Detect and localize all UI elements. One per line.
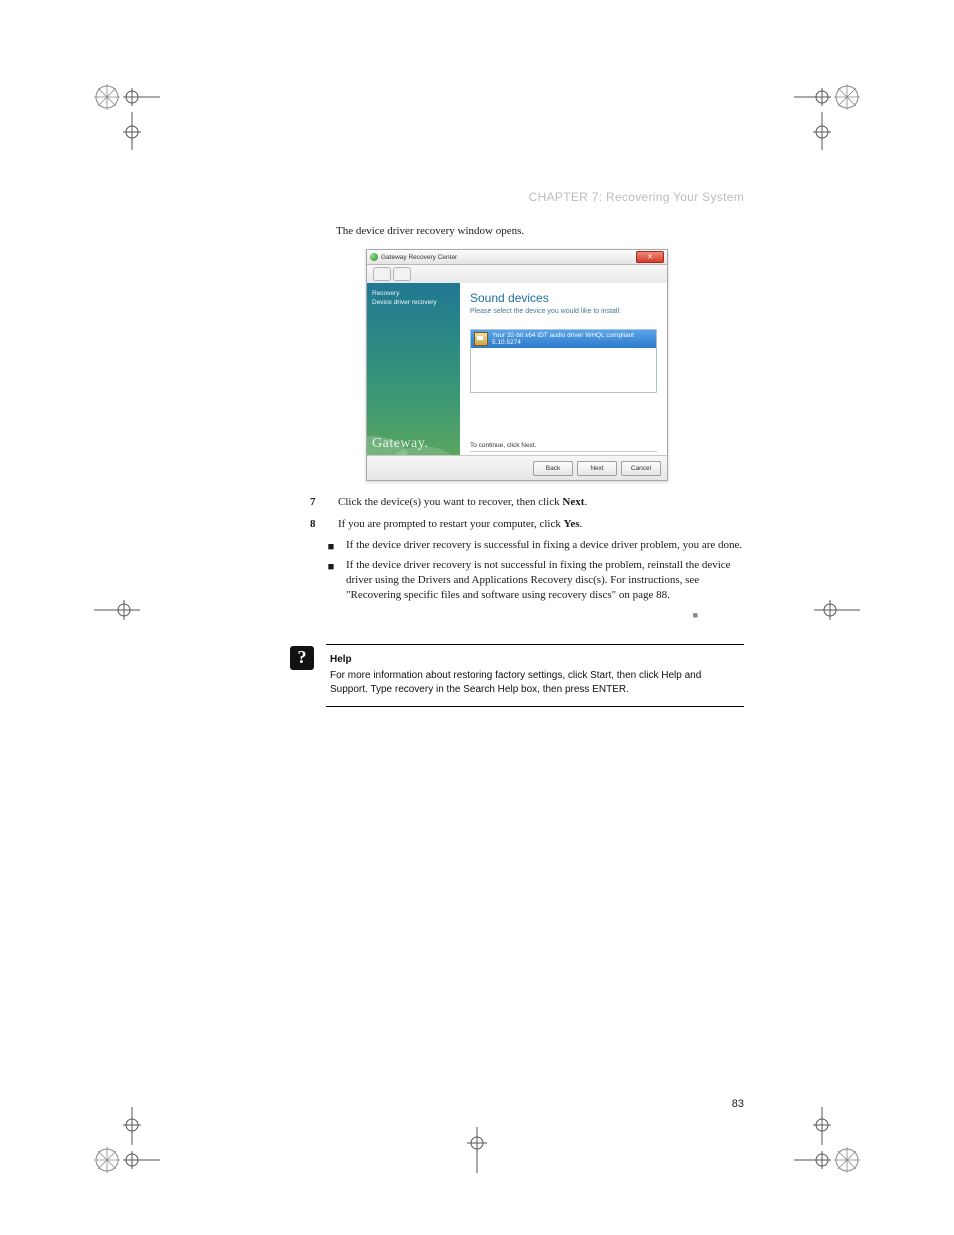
bullet-text: If the device driver recovery is success… <box>346 538 742 553</box>
main-panel: Sound devices Please select the device y… <box>460 283 667 456</box>
intro-line: The device driver recovery window opens. <box>336 224 744 239</box>
step-text-c: . <box>579 518 582 530</box>
step-text-b: Next <box>562 496 584 508</box>
step-8: 8 If you are prompted to restart your co… <box>310 517 744 532</box>
sidebar: Recovery Device driver recovery Gateway. <box>367 283 460 456</box>
bullet-icon: ■ <box>326 540 336 555</box>
wizard-footer: Back Next Cancel <box>367 455 667 480</box>
help-icon: ? <box>290 646 314 670</box>
step-text-a: Click the device(s) you want to recover,… <box>338 496 562 508</box>
step-text-c: . <box>584 496 587 508</box>
step-text-a: If you are prompted to restart your comp… <box>338 518 564 530</box>
crop-mark-mid-left <box>92 590 142 630</box>
sidebar-item-device-driver-recovery[interactable]: Device driver recovery <box>372 298 455 307</box>
window-title: Gateway Recovery Center <box>381 254 636 261</box>
app-icon <box>370 253 378 261</box>
step-number: 7 <box>310 495 328 510</box>
crop-mark-center-bottom <box>457 1125 497 1175</box>
step-7: 7 Click the device(s) you want to recove… <box>310 495 744 510</box>
panel-heading: Sound devices <box>470 291 657 305</box>
device-list-item[interactable]: Your 32-bit x64 IDT audio driver WHQL co… <box>471 330 656 348</box>
panel-subtitle: Please select the device you would like … <box>470 308 657 315</box>
continue-hint: To continue, click Next. <box>470 442 657 452</box>
brand-logo: Gateway. <box>372 436 428 452</box>
next-button[interactable]: Next <box>577 461 617 476</box>
bullet-icon: ■ <box>326 560 336 606</box>
bullet-2: ■ If the device driver recovery is not s… <box>326 558 744 604</box>
step-number: 8 <box>310 517 328 532</box>
chapter-title: CHAPTER 7: Recovering Your System <box>290 190 744 204</box>
bullet-text: If the device driver recovery is not suc… <box>346 558 744 604</box>
end-of-procedure-mark: ■ <box>290 610 698 620</box>
nav-back-button[interactable] <box>373 267 391 281</box>
titlebar: Gateway Recovery Center ✕ <box>367 250 667 265</box>
device-icon <box>474 332 488 346</box>
help-label: Help <box>330 653 740 667</box>
bullet-1: ■ If the device driver recovery is succe… <box>326 538 744 553</box>
device-list[interactable]: Your 32-bit x64 IDT audio driver WHQL co… <box>470 329 657 393</box>
step-text-b: Yes <box>564 518 580 530</box>
help-text: For more information about restoring fac… <box>330 670 701 695</box>
crop-mark-top-left <box>92 82 162 152</box>
toolbar <box>367 265 667 284</box>
crop-mark-bottom-right <box>792 1105 862 1175</box>
crop-mark-bottom-left <box>92 1105 162 1175</box>
recovery-center-window: Gateway Recovery Center ✕ Recovery Devic… <box>366 249 668 481</box>
cancel-button[interactable]: Cancel <box>621 461 661 476</box>
back-button[interactable]: Back <box>533 461 573 476</box>
device-label: Your 32-bit x64 IDT audio driver WHQL co… <box>492 332 653 346</box>
nav-forward-button[interactable] <box>393 267 411 281</box>
close-button[interactable]: ✕ <box>636 251 664 263</box>
crop-mark-top-right <box>792 82 862 152</box>
crop-mark-mid-right <box>812 590 862 630</box>
sidebar-item-recovery[interactable]: Recovery <box>372 289 455 298</box>
help-block: ? Help For more information about restor… <box>290 644 744 708</box>
page-number: 83 <box>732 1098 744 1110</box>
